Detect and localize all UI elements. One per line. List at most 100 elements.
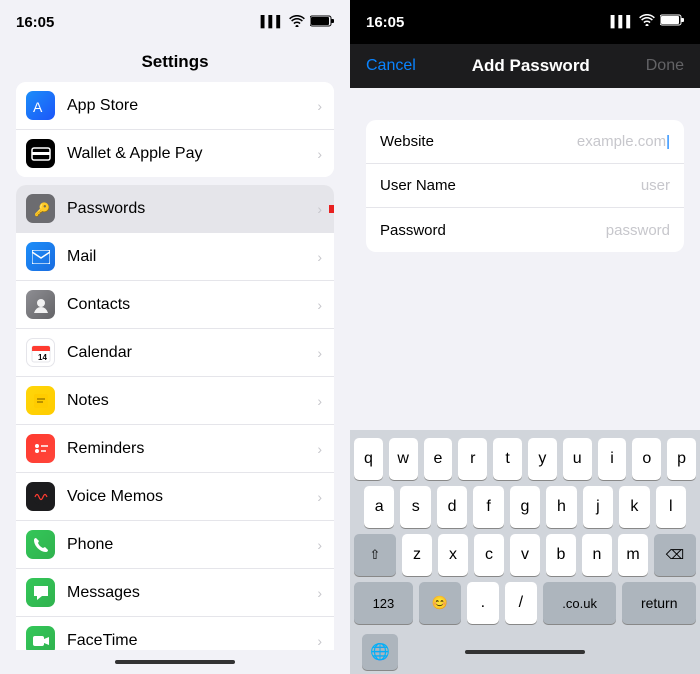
website-field[interactable]: Website example.com	[366, 120, 684, 164]
sidebar-item-notes[interactable]: Notes ›	[16, 377, 334, 425]
done-button[interactable]: Done	[646, 57, 684, 75]
sidebar-item-passwords[interactable]: 🔑 Passwords ›	[16, 185, 334, 233]
sidebar-item-reminders[interactable]: Reminders ›	[16, 425, 334, 473]
phone-label: Phone	[67, 536, 311, 554]
password-form: Website example.com User Name user Passw…	[366, 120, 684, 252]
key-x[interactable]: x	[438, 534, 468, 576]
couk-key[interactable]: .co.uk	[543, 582, 617, 624]
sidebar-item-calendar[interactable]: 14 Calendar ›	[16, 329, 334, 377]
facetime-chevron: ›	[317, 633, 322, 649]
sidebar-item-phone[interactable]: Phone ›	[16, 521, 334, 569]
key-n[interactable]: n	[582, 534, 612, 576]
key-h[interactable]: h	[546, 486, 576, 528]
nav-title: Add Password	[472, 56, 590, 76]
password-field[interactable]: Password password	[366, 208, 684, 252]
wallet-icon	[26, 139, 55, 168]
facetime-icon	[26, 626, 55, 650]
key-i[interactable]: i	[598, 438, 627, 480]
right-wifi-icon	[639, 13, 655, 31]
username-value[interactable]: user	[470, 177, 670, 194]
numbers-key[interactable]: 123	[354, 582, 413, 624]
slash-key[interactable]: /	[505, 582, 537, 624]
right-status-bar: 16:05 ▌▌▌	[350, 0, 700, 44]
delete-key[interactable]: ⌫	[654, 534, 696, 576]
key-f[interactable]: f	[473, 486, 503, 528]
key-g[interactable]: g	[510, 486, 540, 528]
voicememos-chevron: ›	[317, 489, 322, 505]
reminders-chevron: ›	[317, 441, 322, 457]
notes-label: Notes	[67, 392, 311, 410]
username-label: User Name	[380, 177, 470, 194]
key-z[interactable]: z	[402, 534, 432, 576]
emoji-key[interactable]: 😊	[419, 582, 461, 624]
passwords-label: Passwords	[67, 200, 311, 218]
key-a[interactable]: a	[364, 486, 394, 528]
key-u[interactable]: u	[563, 438, 592, 480]
appstore-icon: A	[26, 91, 55, 120]
sidebar-item-wallet[interactable]: Wallet & Apple Pay ›	[16, 130, 334, 177]
website-label: Website	[380, 133, 470, 150]
sidebar-item-voicememos[interactable]: Voice Memos ›	[16, 473, 334, 521]
battery-icon	[310, 14, 334, 31]
key-p[interactable]: p	[667, 438, 696, 480]
sidebar-item-facetime[interactable]: FaceTime ›	[16, 617, 334, 650]
red-arrow-icon	[329, 195, 334, 223]
keyboard: q w e r t y u i o p a s d f g h j k l ⇧ …	[350, 430, 700, 674]
key-s[interactable]: s	[400, 486, 430, 528]
key-d[interactable]: d	[437, 486, 467, 528]
phone-chevron: ›	[317, 537, 322, 553]
svg-text:14: 14	[38, 353, 47, 362]
sidebar-item-messages[interactable]: Messages ›	[16, 569, 334, 617]
website-value[interactable]: example.com	[470, 133, 670, 150]
sidebar-item-appstore[interactable]: A App Store ›	[16, 82, 334, 130]
top-section: A App Store › Wallet & Apple Pay ›	[16, 82, 334, 177]
key-o[interactable]: o	[632, 438, 661, 480]
period-key[interactable]: .	[467, 582, 499, 624]
key-c[interactable]: c	[474, 534, 504, 576]
key-w[interactable]: w	[389, 438, 418, 480]
shift-key[interactable]: ⇧	[354, 534, 396, 576]
passwords-icon: 🔑	[26, 194, 55, 223]
keyboard-row-2: a s d f g h j k l	[354, 486, 696, 528]
svg-text:🔑: 🔑	[34, 201, 50, 218]
cancel-button[interactable]: Cancel	[366, 57, 416, 75]
globe-key[interactable]: 🌐	[362, 634, 398, 670]
sidebar-item-contacts[interactable]: Contacts ›	[16, 281, 334, 329]
notes-chevron: ›	[317, 393, 322, 409]
keyboard-row-1: q w e r t y u i o p	[354, 438, 696, 480]
key-b[interactable]: b	[546, 534, 576, 576]
left-home-indicator-bar	[0, 650, 350, 674]
appstore-label: App Store	[67, 97, 311, 115]
key-e[interactable]: e	[424, 438, 453, 480]
right-home-indicator	[465, 650, 585, 654]
return-key[interactable]: return	[622, 582, 696, 624]
calendar-chevron: ›	[317, 345, 322, 361]
key-k[interactable]: k	[619, 486, 649, 528]
keyboard-bottom-row: 🌐	[354, 630, 696, 670]
reminders-label: Reminders	[67, 440, 311, 458]
settings-title: Settings	[0, 44, 350, 82]
home-indicator-container	[398, 650, 652, 654]
username-field[interactable]: User Name user	[366, 164, 684, 208]
left-home-indicator	[115, 660, 235, 664]
key-r[interactable]: r	[458, 438, 487, 480]
phone-icon	[26, 530, 55, 559]
calendar-icon: 14	[26, 338, 55, 367]
left-panel: 16:05 ▌▌▌ Settings A App Store ›	[0, 0, 350, 674]
right-panel: 16:05 ▌▌▌ Cancel Add Password Done Websi…	[350, 0, 700, 674]
main-section: 🔑 Passwords › Mail › Con	[16, 185, 334, 650]
key-y[interactable]: y	[528, 438, 557, 480]
messages-label: Messages	[67, 584, 311, 602]
key-l[interactable]: l	[656, 486, 686, 528]
key-m[interactable]: m	[618, 534, 648, 576]
key-t[interactable]: t	[493, 438, 522, 480]
contacts-label: Contacts	[67, 296, 311, 314]
password-value[interactable]: password	[470, 222, 670, 239]
signal-icon: ▌▌▌	[261, 16, 284, 28]
key-j[interactable]: j	[583, 486, 613, 528]
sidebar-item-mail[interactable]: Mail ›	[16, 233, 334, 281]
messages-icon	[26, 578, 55, 607]
key-q[interactable]: q	[354, 438, 383, 480]
key-v[interactable]: v	[510, 534, 540, 576]
left-status-icons: ▌▌▌	[261, 14, 334, 31]
